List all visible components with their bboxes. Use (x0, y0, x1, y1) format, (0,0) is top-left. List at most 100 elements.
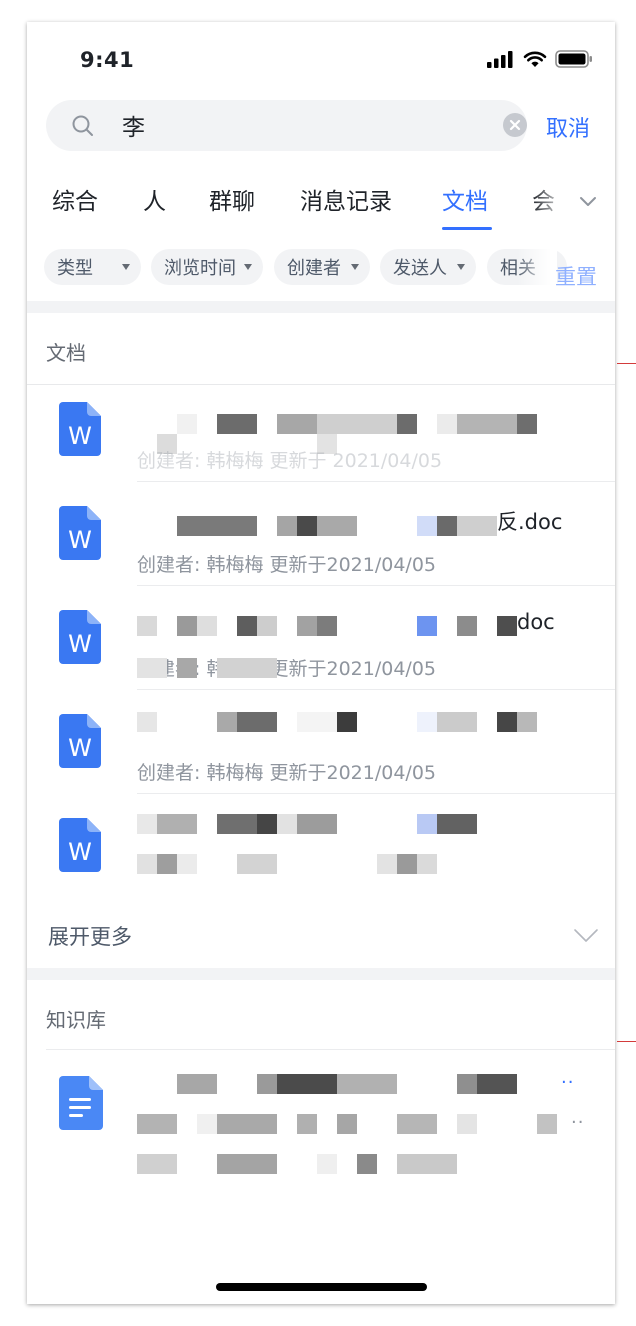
redacted-block (217, 1154, 277, 1174)
filter-type[interactable]: 类型 (44, 249, 141, 285)
redacted-block (437, 712, 477, 732)
documents-section-title: 文档 (46, 341, 86, 365)
reset-filters-button[interactable]: 重置 (555, 261, 597, 291)
kb-dots: ·· (571, 1112, 585, 1133)
tab-people[interactable]: 人 (143, 182, 166, 216)
redacted-block (517, 414, 537, 434)
document-row[interactable]: W 创建者: 韩梅梅 更新于 2021/04/05 (27, 378, 615, 482)
expand-more-label: 展开更多 (48, 925, 132, 949)
redacted-block (457, 414, 517, 434)
redacted-block (197, 616, 217, 636)
tabs-fade (532, 176, 567, 232)
redacted-block (497, 712, 517, 732)
redacted-block (337, 712, 357, 732)
caret-down-icon (122, 264, 130, 270)
caret-down-icon (351, 264, 359, 270)
redacted-block (457, 1074, 477, 1094)
word-doc-icon: W (59, 402, 101, 456)
redacted-block (217, 658, 277, 678)
redacted-block (217, 814, 257, 834)
filter-sender-label: 发送人 (393, 258, 447, 279)
filter-fade (517, 245, 557, 289)
document-title: doc (517, 610, 555, 634)
redacted-block (177, 616, 197, 636)
filter-sender[interactable]: 发送人 (380, 249, 476, 285)
search-row: 取消 (27, 100, 615, 176)
redacted-block (237, 616, 257, 636)
redacted-block (317, 616, 337, 636)
redacted-block (417, 516, 437, 536)
redacted-block (397, 414, 417, 434)
redacted-block (197, 1114, 217, 1134)
svg-text:W: W (68, 838, 92, 866)
redacted-block (177, 414, 197, 434)
document-row[interactable]: W (27, 794, 615, 898)
filter-creator[interactable]: 创建者 (274, 249, 370, 285)
redacted-block (237, 712, 277, 732)
redacted-block (457, 516, 497, 536)
status-time: 9:41 (80, 48, 135, 72)
redacted-block (317, 1154, 337, 1174)
redacted-block (337, 1114, 357, 1134)
tab-documents[interactable]: 文档 (442, 182, 488, 216)
tab-messages[interactable]: 消息记录 (300, 182, 392, 216)
redacted-block (437, 516, 457, 536)
tab-group-chats[interactable]: 群聊 (209, 182, 255, 216)
document-meta: 创建者: 韩梅梅 更新于2021/04/05 (137, 554, 436, 576)
knowledge-base-row[interactable]: ·· ·· (27, 1050, 615, 1190)
search-box[interactable] (46, 100, 527, 151)
word-doc-icon: W (59, 818, 101, 872)
redacted-block (257, 616, 277, 636)
document-title: 反.doc (497, 510, 563, 534)
signal-icon (487, 51, 513, 68)
word-doc-icon: W (59, 610, 101, 664)
document-row[interactable]: W doc 创建者: 韩梅梅 更新于2021/04/05 (27, 586, 615, 690)
redacted-block (277, 414, 317, 434)
filter-view-time[interactable]: 浏览时间 (151, 249, 263, 285)
redacted-block (297, 516, 317, 536)
redacted-block (457, 1114, 477, 1134)
redacted-block (137, 658, 167, 678)
redacted-block (417, 814, 437, 834)
chevron-down-icon (574, 929, 598, 942)
redacted-block (137, 854, 157, 874)
redacted-block (397, 854, 417, 874)
redacted-block (177, 658, 197, 678)
filter-creator-label: 创建者 (287, 258, 341, 279)
redacted-block (417, 616, 437, 636)
doc-file-icon (59, 1076, 103, 1130)
redacted-block (177, 854, 197, 874)
redacted-block (277, 516, 297, 536)
redacted-block (377, 854, 397, 874)
chevron-down-icon[interactable] (575, 188, 601, 214)
document-row[interactable]: W 反.doc 创建者: 韩梅梅 更新于2021/04/05 (27, 482, 615, 586)
search-input[interactable] (122, 110, 482, 140)
battery-icon (555, 50, 592, 68)
section-gap (27, 301, 615, 313)
section-gap (27, 968, 615, 980)
redacted-block (137, 1154, 177, 1174)
redacted-block (137, 814, 157, 834)
expand-more-button[interactable]: 展开更多 (27, 901, 615, 971)
word-doc-icon: W (59, 714, 101, 768)
redacted-block (277, 1074, 337, 1094)
redacted-block (477, 1074, 517, 1094)
category-tabs: 综合 人 群聊 消息记录 文档 会 (27, 176, 615, 385)
redacted-block (437, 414, 457, 434)
redacted-block (297, 1114, 317, 1134)
redacted-block (257, 814, 277, 834)
redacted-block (317, 516, 357, 536)
redacted-block (217, 1114, 277, 1134)
tab-overview[interactable]: 综合 (52, 182, 98, 216)
redacted-block (137, 712, 157, 732)
status-bar: 9:41 (27, 22, 615, 100)
redacted-block (157, 814, 197, 834)
cancel-button[interactable]: 取消 (546, 111, 590, 143)
clear-search-button[interactable] (503, 113, 527, 137)
redacted-block (417, 712, 437, 732)
redacted-block (157, 854, 177, 874)
close-icon (509, 119, 521, 131)
document-row[interactable]: W 创建者: 韩梅梅 更新于2021/04/05 (27, 690, 615, 794)
redacted-block (137, 1114, 177, 1134)
svg-text:W: W (68, 734, 92, 762)
